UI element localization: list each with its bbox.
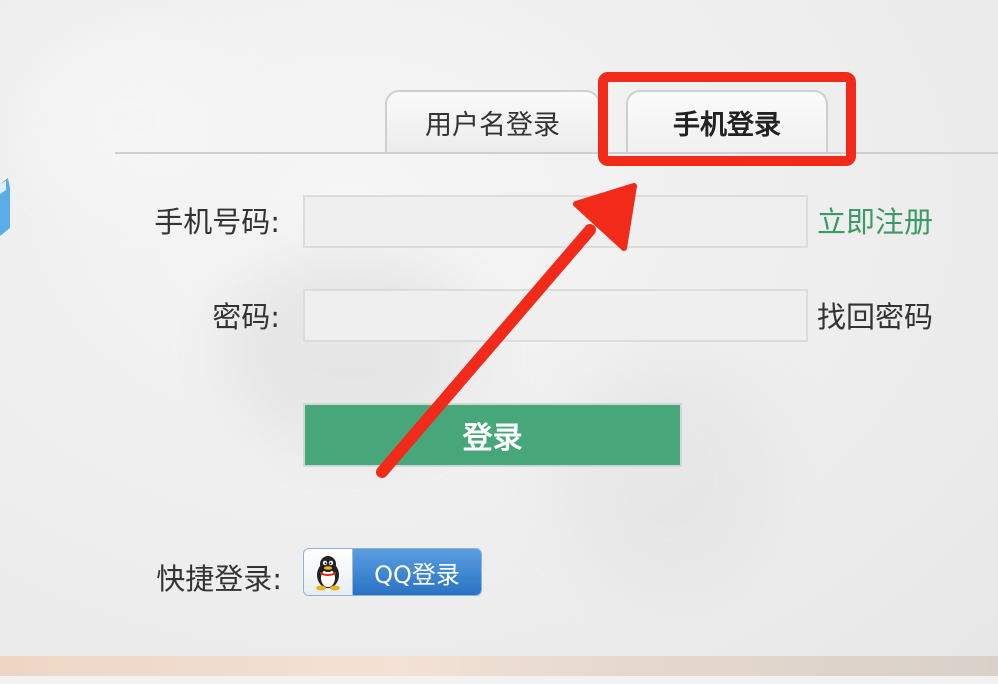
annotation-highlight-box: [598, 72, 856, 166]
qq-login-label: QQ登录: [353, 549, 481, 595]
login-page: 用户名登录 手机登录 手机号码: 立即注册 密码: 找回密码 登录 快捷登录:: [0, 0, 998, 684]
login-button-label: 登录: [462, 421, 523, 456]
forgot-password-link[interactable]: 找回密码: [817, 294, 933, 336]
background-blur: [560, 360, 780, 600]
quick-login-label: 快捷登录:: [156, 562, 282, 596]
background-blur: [30, 40, 230, 200]
qq-login-button[interactable]: QQ登录: [303, 548, 482, 596]
bottom-edge: [0, 676, 998, 684]
tab-username-login[interactable]: 用户名登录: [385, 90, 600, 152]
phone-label: 手机号码:: [154, 205, 280, 239]
login-button[interactable]: 登录: [303, 403, 682, 467]
register-link[interactable]: 立即注册: [817, 199, 933, 241]
phone-input[interactable]: [303, 195, 808, 248]
qq-penguin-icon: [304, 549, 353, 595]
password-input[interactable]: [303, 289, 808, 342]
tab-username-login-label: 用户名登录: [425, 109, 560, 141]
tab-divider: [115, 152, 998, 154]
password-label: 密码:: [212, 300, 280, 334]
background-decoration: [0, 178, 10, 236]
